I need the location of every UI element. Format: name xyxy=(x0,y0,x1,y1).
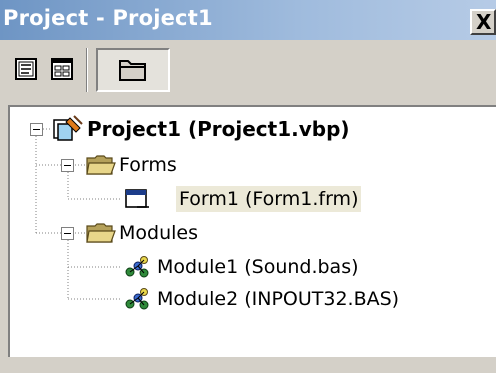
project-tree[interactable]: Project1 (Project1.vbp) Forms Form1 (For… xyxy=(8,105,496,357)
tree-label-module2: Module2 (INPOUT32.BAS) xyxy=(157,288,400,310)
forms-collapse-toggle[interactable] xyxy=(61,159,74,172)
tree-label-modules: Modules xyxy=(119,222,198,244)
window-bottom-edge xyxy=(0,357,496,373)
close-button[interactable]: X xyxy=(470,9,496,35)
tree-node-form1[interactable]: Form1 (Form1.frm) xyxy=(176,182,362,216)
folder-icon xyxy=(119,60,146,81)
tree-label-module1: Module1 (Sound.bas) xyxy=(157,256,359,278)
project-icon xyxy=(53,115,83,141)
forms-folder-icon xyxy=(86,155,116,175)
tree-label-project: Project1 (Project1.vbp) xyxy=(87,117,350,141)
toggle-folders-button[interactable] xyxy=(96,48,170,92)
tree-node-forms[interactable]: Forms xyxy=(116,148,180,182)
project-collapse-toggle[interactable] xyxy=(30,123,43,136)
toolbar xyxy=(0,40,496,102)
view-code-icon xyxy=(15,58,37,80)
tree-node-modules[interactable]: Modules xyxy=(116,216,201,250)
tree-node-module2[interactable]: Module2 (INPOUT32.BAS) xyxy=(154,282,402,316)
tree-node-module1[interactable]: Module1 (Sound.bas) xyxy=(154,250,362,284)
tree-label-form1: Form1 (Form1.frm) xyxy=(176,186,362,212)
form-icon xyxy=(125,189,149,208)
title-bar[interactable]: Project - Project1 X xyxy=(0,0,496,40)
tree-node-project[interactable]: Project1 (Project1.vbp) xyxy=(84,112,353,146)
toolbar-separator xyxy=(86,48,88,92)
window-title: Project - Project1 xyxy=(3,6,213,30)
tree-label-forms: Forms xyxy=(119,154,177,176)
module-icon xyxy=(125,288,149,310)
view-object-icon xyxy=(51,58,73,80)
close-icon: X xyxy=(476,10,492,34)
view-object-button[interactable] xyxy=(44,51,80,87)
modules-folder-icon xyxy=(86,223,116,243)
view-code-button[interactable] xyxy=(8,51,44,87)
module-icon xyxy=(125,256,149,278)
modules-collapse-toggle[interactable] xyxy=(61,227,74,240)
